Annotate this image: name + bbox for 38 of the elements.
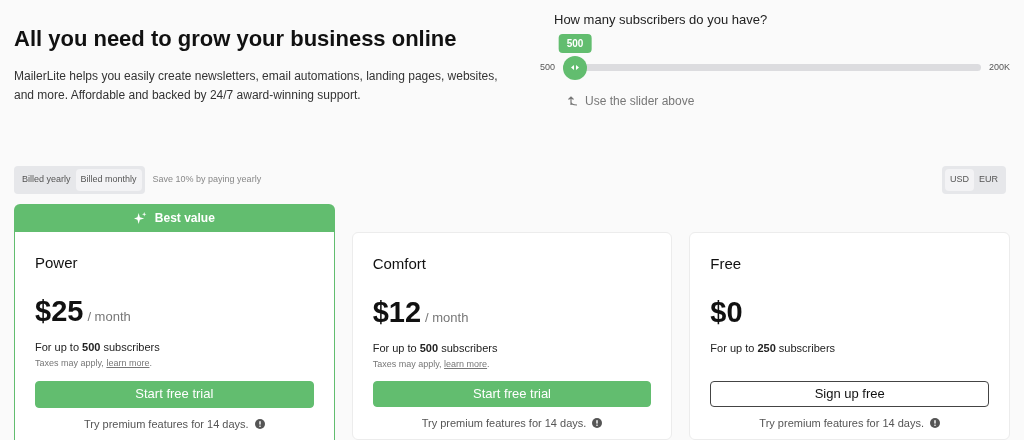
- plan-price: $12: [372, 294, 422, 330]
- currency-option[interactable]: USD: [944, 169, 974, 191]
- price-period: / month: [87, 307, 131, 326]
- trial-note: Try premium features for 14 days.: [372, 414, 652, 431]
- taxes-note: Taxes may apply, learn more.: [372, 357, 490, 371]
- trial-note: Try premium features for 14 days.: [35, 415, 314, 432]
- currency-option[interactable]: EUR: [974, 169, 1003, 191]
- min-label: 500: [540, 60, 556, 74]
- trial-note: Try premium features for 14 days.: [710, 414, 989, 431]
- billing-option[interactable]: Billed monthly: [75, 169, 142, 191]
- slider-question: How many subscribers do you have?: [553, 11, 769, 29]
- subscriber-limit: For up to 250 subscribers: [710, 340, 837, 356]
- value-tooltip: 500: [558, 33, 592, 53]
- taxes-note: Taxes may apply, learn more.: [35, 357, 152, 371]
- drag-arrows-icon: [571, 65, 580, 70]
- info-icon[interactable]: [254, 418, 265, 429]
- curved-arrow-icon: [568, 95, 579, 106]
- billing-option[interactable]: Billed yearly: [17, 169, 76, 191]
- plan-price: $25: [35, 293, 84, 329]
- badge-text: Best value: [154, 210, 215, 227]
- sparkle-icon: [133, 211, 147, 225]
- page-heading: All you need to grow your business online: [14, 25, 458, 53]
- intro-text: MailerLite helps you easily create newsletters, email automations, landing pages, websites, and more. Affordable and backed by 24/7 award-winning support.: [14, 68, 499, 104]
- slider-thumb[interactable]: [563, 55, 588, 80]
- sign-up-button[interactable]: Sign up free: [710, 381, 989, 407]
- plan-name: Free: [710, 254, 743, 274]
- info-icon[interactable]: [930, 417, 940, 428]
- info-icon[interactable]: [592, 417, 603, 428]
- slider-track[interactable]: [563, 55, 981, 80]
- max-label: 200K: [988, 60, 1010, 74]
- subscriber-limit: For up to 500 subscribers: [372, 340, 499, 356]
- subscriber-limit: For up to 500 subscribers: [35, 339, 161, 355]
- plan-name: Comfort: [372, 254, 427, 274]
- slider-hint: Use the slider above: [585, 92, 695, 110]
- price-period: / month: [425, 308, 469, 327]
- plan-name: Power: [35, 253, 79, 273]
- plan-price: $0: [710, 294, 743, 330]
- billing-note: Save 10% by paying yearly: [152, 173, 262, 187]
